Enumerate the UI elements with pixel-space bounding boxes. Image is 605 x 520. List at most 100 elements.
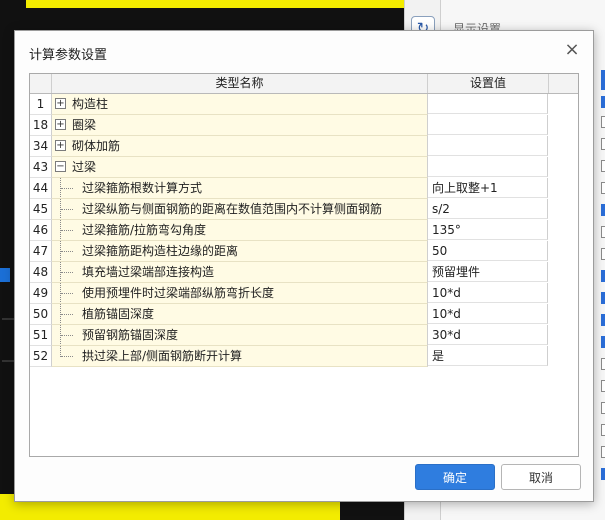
row-name-cell[interactable]: 过梁纵筋与侧面钢筋的距离在数值范围内不计算侧面钢筋 <box>52 199 428 220</box>
row-name-cell[interactable]: 过梁箍筋/拉筋弯勾角度 <box>52 220 428 241</box>
param-row[interactable]: 50 植筋锚固深度 10*d <box>30 304 578 325</box>
param-row[interactable]: 51 预留钢筋锚固深度 30*d <box>30 325 578 346</box>
panel-checkbox[interactable] <box>601 402 605 414</box>
param-value[interactable]: 预留埋件 <box>428 262 548 282</box>
row-name-cell[interactable]: 拱过梁上部/侧面钢筋断开计算 <box>52 346 428 367</box>
row-name-cell[interactable]: + 构造柱 <box>52 94 428 115</box>
panel-checkbox[interactable] <box>601 160 605 172</box>
row-value-cell[interactable] <box>428 157 548 177</box>
row-name-cell[interactable]: + 圈梁 <box>52 115 428 136</box>
panel-checkbox[interactable] <box>601 204 605 216</box>
row-number: 47 <box>30 241 52 262</box>
tree-branch <box>61 188 73 190</box>
panel-checkbox[interactable] <box>601 292 605 304</box>
param-label: 过梁箍筋根数计算方式 <box>82 181 203 195</box>
collapse-minus-icon[interactable]: − <box>55 161 66 172</box>
row-number: 50 <box>30 304 52 325</box>
param-label: 填充墙过梁端部连接构造 <box>82 265 215 279</box>
expand-plus-icon[interactable]: + <box>55 140 66 151</box>
panel-tab-marker <box>601 70 605 90</box>
panel-checkbox[interactable] <box>601 424 605 436</box>
panel-checkbox[interactable] <box>601 358 605 370</box>
canvas-top-bar <box>26 8 404 32</box>
panel-checkbox[interactable] <box>601 270 605 282</box>
tree-branch <box>61 293 73 295</box>
group-row-qitijiajin[interactable]: 34 + 砌体加筋 <box>30 136 578 157</box>
param-row[interactable]: 48 填充墙过梁端部连接构造 预留埋件 <box>30 262 578 283</box>
cancel-button[interactable]: 取消 <box>501 464 581 490</box>
row-name-cell[interactable]: 植筋锚固深度 <box>52 304 428 325</box>
panel-checkbox[interactable] <box>601 96 605 108</box>
panel-checkbox[interactable] <box>601 380 605 392</box>
row-value-cell[interactable] <box>428 136 548 156</box>
param-row[interactable]: 49 使用预埋件时过梁端部纵筋弯折长度 10*d <box>30 283 578 304</box>
close-icon[interactable]: × <box>561 39 583 61</box>
row-name-cell[interactable]: − 过梁 <box>52 157 428 178</box>
group-label: 圈梁 <box>72 118 97 132</box>
header-num-cell <box>30 74 52 93</box>
param-label: 过梁箍筋距构造柱边缘的距离 <box>82 244 239 258</box>
param-value[interactable]: s/2 <box>428 199 548 219</box>
canvas-blue-marker <box>0 268 10 282</box>
param-row[interactable]: 45 过梁纵筋与侧面钢筋的距离在数值范围内不计算侧面钢筋 s/2 <box>30 199 578 220</box>
row-value-cell[interactable] <box>428 115 548 135</box>
row-number: 44 <box>30 178 52 199</box>
row-number: 43 <box>30 157 52 178</box>
row-name-cell[interactable]: 过梁箍筋根数计算方式 <box>52 178 428 199</box>
row-value-cell[interactable] <box>428 94 548 114</box>
param-value[interactable]: 135° <box>428 220 548 240</box>
row-name-cell[interactable]: 预留钢筋锚固深度 <box>52 325 428 346</box>
row-name-cell[interactable]: 使用预埋件时过梁端部纵筋弯折长度 <box>52 283 428 304</box>
param-row[interactable]: 52 拱过梁上部/侧面钢筋断开计算 是 <box>30 346 578 367</box>
row-number: 45 <box>30 199 52 220</box>
row-number: 1 <box>30 94 52 115</box>
panel-checkbox[interactable] <box>601 182 605 194</box>
param-row[interactable]: 46 过梁箍筋/拉筋弯勾角度 135° <box>30 220 578 241</box>
row-number: 46 <box>30 220 52 241</box>
header-name[interactable]: 类型名称 <box>52 74 428 93</box>
expand-plus-icon[interactable]: + <box>55 98 66 109</box>
param-value[interactable]: 是 <box>428 346 548 366</box>
panel-checkbox[interactable] <box>601 226 605 238</box>
dialog-title: 计算参数设置 <box>29 48 108 63</box>
param-value[interactable]: 10*d <box>428 283 548 303</box>
tree-branch <box>61 230 73 232</box>
panel-checkbox[interactable] <box>601 336 605 348</box>
param-label: 拱过梁上部/侧面钢筋断开计算 <box>82 349 243 363</box>
expand-plus-icon[interactable]: + <box>55 119 66 130</box>
param-label: 过梁箍筋/拉筋弯勾角度 <box>82 223 207 237</box>
tree-branch <box>61 335 73 337</box>
param-value[interactable]: 30*d <box>428 325 548 345</box>
param-label: 过梁纵筋与侧面钢筋的距离在数值范围内不计算侧面钢筋 <box>82 202 383 216</box>
param-value[interactable]: 50 <box>428 241 548 261</box>
row-number: 18 <box>30 115 52 136</box>
panel-checkbox[interactable] <box>601 138 605 150</box>
param-label: 预留钢筋锚固深度 <box>82 328 179 342</box>
panel-checkbox[interactable] <box>601 468 605 480</box>
canvas-yellow-line <box>26 0 404 8</box>
tree-branch <box>61 209 73 211</box>
row-name-cell[interactable]: 过梁箍筋距构造柱边缘的距离 <box>52 241 428 262</box>
row-name-cell[interactable]: 填充墙过梁端部连接构造 <box>52 262 428 283</box>
group-row-gouzaozhu[interactable]: 1 + 构造柱 <box>30 94 578 115</box>
group-label: 砌体加筋 <box>72 139 121 153</box>
panel-checkbox[interactable] <box>601 248 605 260</box>
tree-branch <box>61 272 73 274</box>
ok-button[interactable]: 确定 <box>415 464 495 490</box>
panel-checkbox[interactable] <box>601 446 605 458</box>
group-label: 过梁 <box>72 160 97 174</box>
panel-checkbox[interactable] <box>601 314 605 326</box>
param-label: 植筋锚固深度 <box>82 307 155 321</box>
panel-checkbox[interactable] <box>601 116 605 128</box>
param-value[interactable]: 向上取整+1 <box>428 178 548 198</box>
calc-params-dialog: 计算参数设置 × 类型名称 设置值 1 + 构造柱 18 + 圈梁 34 + 砌… <box>14 30 594 502</box>
param-value[interactable]: 10*d <box>428 304 548 324</box>
row-name-cell[interactable]: + 砌体加筋 <box>52 136 428 157</box>
group-row-guoliang[interactable]: 43 − 过梁 <box>30 157 578 178</box>
group-label: 构造柱 <box>72 97 109 111</box>
row-number: 49 <box>30 283 52 304</box>
group-row-quanliang[interactable]: 18 + 圈梁 <box>30 115 578 136</box>
param-row[interactable]: 47 过梁箍筋距构造柱边缘的距离 50 <box>30 241 578 262</box>
header-value[interactable]: 设置值 <box>428 74 549 93</box>
param-row[interactable]: 44 过梁箍筋根数计算方式 向上取整+1 <box>30 178 578 199</box>
